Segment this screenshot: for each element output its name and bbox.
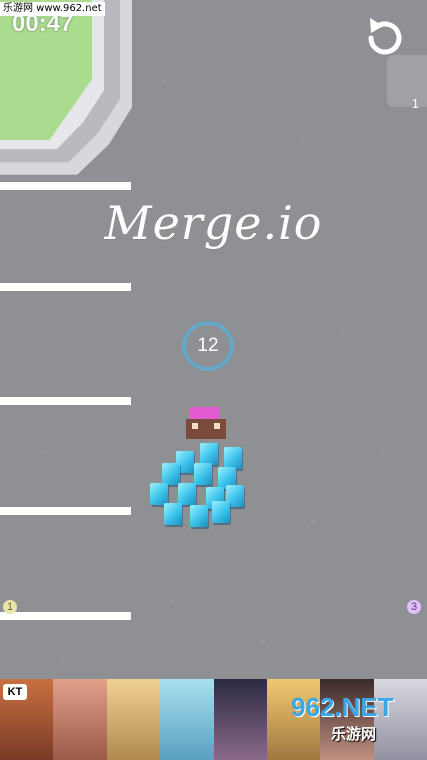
leader-face [186, 419, 226, 439]
lane-marking [0, 612, 131, 620]
game-stage[interactable]: 00:47 乐游网 www.962.net 1 Merge.io 12 1 3 … [0, 0, 427, 760]
ground-speck [220, 270, 226, 273]
game-title: Merge.io [104, 196, 323, 250]
offscreen-enemy-count: 3 [407, 600, 421, 614]
ground-speck [60, 660, 66, 663]
ad-portrait [160, 679, 214, 760]
crowd-member [200, 443, 218, 465]
building-block [387, 55, 427, 107]
crowd-member [190, 505, 208, 527]
ground-speck [380, 450, 386, 453]
ground-speck [170, 600, 176, 603]
ground-speck [300, 140, 306, 143]
ad-portrait [213, 679, 267, 760]
ad-brand-main: 962.NET [291, 692, 394, 722]
crowd-member [194, 463, 212, 485]
lane-marking [0, 182, 131, 190]
ground-speck [340, 330, 346, 333]
lane-marking [0, 397, 131, 405]
crowd-member [178, 483, 196, 505]
restart-icon [368, 18, 402, 55]
offscreen-enemy-count: 1 [3, 600, 17, 614]
crowd-member [162, 463, 180, 485]
offscreen-enemy-count: 1 [411, 96, 419, 111]
ground-speck [260, 640, 266, 643]
site-watermark: 乐游网 www.962.net [0, 2, 105, 16]
crowd-count-badge: 12 [182, 321, 234, 371]
ad-logo: KT [3, 684, 27, 700]
ground-speck [40, 450, 46, 453]
ad-brand-sub: 乐游网 [331, 726, 377, 743]
ad-portrait [106, 679, 161, 760]
ground-speck [160, 80, 166, 83]
ground-speck [310, 520, 316, 523]
lane-marking [0, 283, 131, 291]
crowd-member [150, 483, 168, 505]
crowd-member [224, 447, 242, 469]
player-crowd [148, 405, 248, 540]
ad-brand: 962.NET 乐游网 [291, 692, 421, 754]
lane-marking [0, 507, 131, 515]
restart-button[interactable] [361, 14, 407, 60]
leader-character [186, 405, 226, 443]
crowd-member [164, 503, 182, 525]
ad-portrait [53, 679, 107, 760]
crowd-member [212, 501, 230, 523]
